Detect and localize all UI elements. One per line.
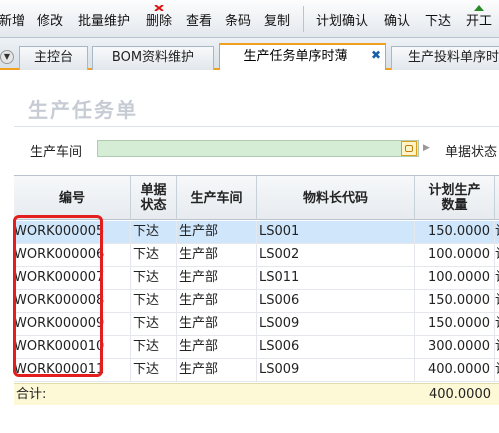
cell-workshop: 生产部 [177,313,257,335]
cell-status: 下达 [131,244,177,266]
cell-planned-qty: 100.0000 [415,244,495,266]
title-divider [14,126,499,127]
cell-planned-qty: 400.0000 [415,359,495,381]
start-work-icon [474,0,484,11]
cell-material-code: LS011 [257,267,415,289]
cell-workshop: 生产部 [177,267,257,289]
status-label: 单据状态 [445,145,498,160]
cell-status: 下达 [131,221,177,243]
tab-bom-maintenance[interactable]: BOM资料维护 [92,46,214,70]
release-button[interactable]: 下达 [421,0,455,38]
column-header-workshop-label: 生产车间 [190,190,243,206]
chevron-right-icon: ▶ [423,143,430,153]
task-grid: 编号 单据 状态 生产车间 物料长代码 计划生产 数量 WORK000005 下… [14,175,499,405]
lookup-icon [405,145,413,152]
column-header-planned-qty[interactable]: 计划生产 数量 [415,176,495,220]
cell-extra: 计 [495,359,499,381]
new-button[interactable]: 新增 [0,0,27,38]
cell-status: 下达 [131,359,177,381]
tab-material-issue-list-label: 生产投料单序时 [408,50,499,65]
plan-confirm-button-label: 计划确认 [315,14,368,29]
cell-planned-qty: 100.0000 [415,267,495,289]
page-title: 生产任务单 [28,98,138,122]
view-button-label: 查看 [185,14,212,29]
cell-material-code: LS009 [257,359,415,381]
cell-extra: 计 [495,221,499,243]
tab-production-task-list-label: 生产任务单序时薄 [243,49,348,64]
cell-workshop: 生产部 [177,359,257,381]
barcode-button-label: 条码 [224,14,251,29]
total-planned-qty: 400.0000 [428,387,491,402]
column-header-material-code[interactable]: 物料长代码 [257,176,415,220]
cell-workshop: 生产部 [177,336,257,358]
cell-planned-qty: 300.0000 [415,336,495,358]
column-header-workshop[interactable]: 生产车间 [177,176,257,220]
total-row: 合计: 400.0000 [14,383,499,405]
column-header-number-label: 编号 [58,190,85,206]
cell-extra: 计 [495,244,499,266]
cell-material-code: LS006 [257,290,415,312]
cell-status: 下达 [131,290,177,312]
column-header-planned-qty-label: 计划生产 数量 [428,183,481,213]
cell-material-code: LS001 [257,221,415,243]
cell-planned-qty: 150.0000 [415,313,495,335]
tab-bar: ▼ 主控台 BOM资料维护 生产任务单序时薄 ✖ 生产投料单序时 [0,38,499,70]
cell-extra: 计 [495,267,499,289]
cell-planned-qty: 150.0000 [415,221,495,243]
new-button-label: 新增 [0,14,25,29]
barcode-button[interactable]: 条码 [222,0,254,38]
cell-workshop: 生产部 [177,290,257,312]
copy-button-label: 复制 [263,14,290,29]
delete-button[interactable]: 删除 [143,0,175,38]
cell-extra: 计 [495,313,499,335]
toolbar-separator [303,6,304,32]
cell-workshop: 生产部 [177,221,257,243]
tab-main-console-label: 主控台 [33,50,73,65]
cell-workshop: 生产部 [177,244,257,266]
highlight-annotation [13,215,103,377]
cell-status: 下达 [131,336,177,358]
start-work-button-label: 开工 [465,14,492,29]
tab-bom-maintenance-label: BOM资料维护 [111,50,195,65]
delete-button-label: 删除 [145,14,172,29]
cell-material-code: LS009 [257,313,415,335]
tab-material-issue-list[interactable]: 生产投料单序时 [391,46,499,70]
release-button-label: 下达 [424,14,451,29]
cell-status: 下达 [131,313,177,335]
column-header-status[interactable]: 单据 状态 [131,176,177,220]
copy-button[interactable]: 复制 [261,0,293,38]
tab-production-task-list[interactable]: 生产任务单序时薄 ✖ [219,43,386,70]
edit-button[interactable]: 修改 [34,0,66,38]
cell-material-code: LS006 [257,336,415,358]
plan-confirm-button[interactable]: 计划确认 [311,0,373,38]
cell-material-code: LS002 [257,244,415,266]
close-tab-icon[interactable]: ✖ [371,47,381,63]
cell-status: 下达 [131,267,177,289]
delete-icon [154,0,164,12]
workshop-label: 生产车间 [30,145,83,160]
grid-header: 编号 单据 状态 生产车间 物料长代码 计划生产 数量 [14,176,499,220]
confirm-button[interactable]: 确认 [380,0,414,38]
batch-maintain-button[interactable]: 批量维护 [74,0,134,38]
toolbar: 新增 修改 批量维护 删除 查看 条码 复制 计划确认 确认 下达 开工 [0,0,499,38]
column-header-material-code-label: 物料长代码 [302,190,368,206]
workshop-lookup-button[interactable] [401,141,417,156]
cell-planned-qty: 150.0000 [415,290,495,312]
column-header-number[interactable]: 编号 [14,176,131,220]
batch-maintain-button-label: 批量维护 [77,14,130,29]
total-label: 合计: [16,387,47,402]
confirm-button-label: 确认 [383,14,410,29]
tab-scroll-down-icon[interactable]: ▼ [0,50,14,64]
tab-main-console[interactable]: 主控台 [19,46,88,70]
cell-extra: 计 [495,336,499,358]
edit-button-label: 修改 [36,14,63,29]
start-work-button[interactable]: 开工 [461,0,497,38]
workshop-input[interactable] [97,140,419,157]
view-button[interactable]: 查看 [183,0,215,38]
cell-extra: 计 [495,290,499,312]
column-header-status-label: 单据 状态 [140,183,167,213]
